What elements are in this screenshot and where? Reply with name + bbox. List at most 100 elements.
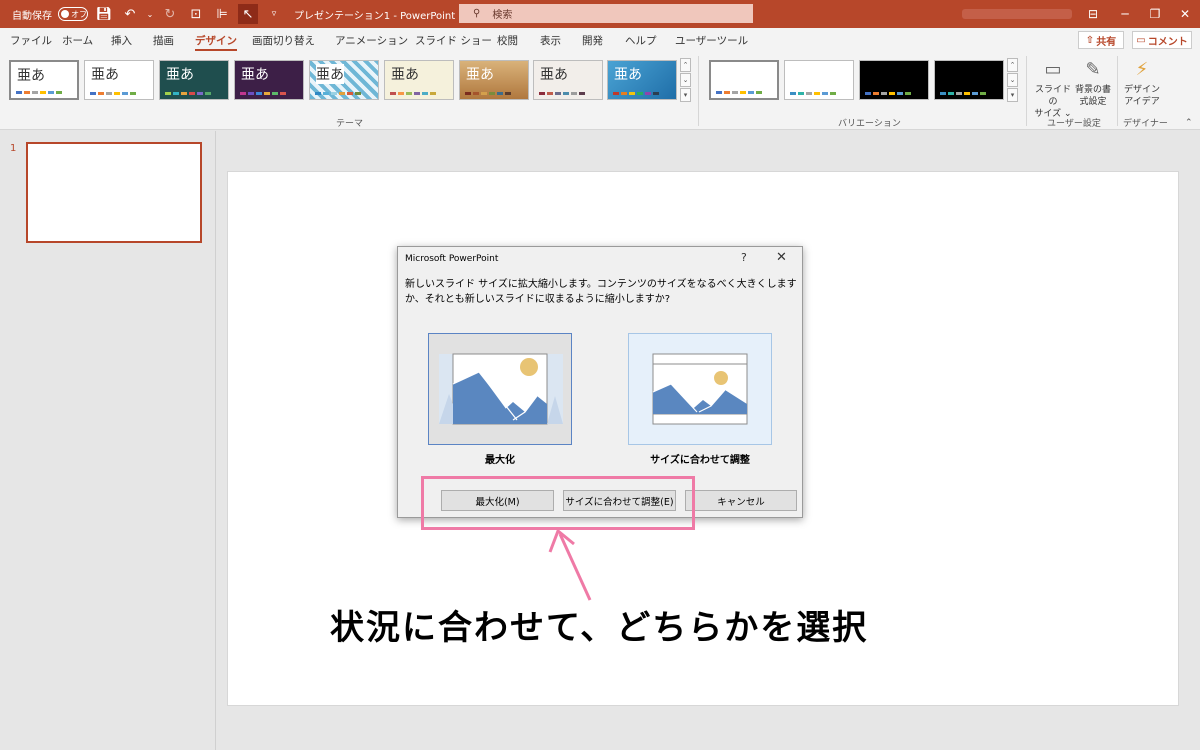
themes-group-label: テーマ — [336, 119, 364, 129]
tab-transitions[interactable]: 画面切り替え — [252, 33, 315, 48]
fit-option[interactable] — [628, 333, 772, 445]
theme-color-bars — [90, 92, 136, 95]
save-icon[interactable]: 💾︎ — [94, 4, 114, 24]
theme-sample-text: 亜あ — [614, 67, 642, 83]
slide-thumbnail[interactable] — [26, 142, 202, 243]
slide-size-button[interactable]: ▭ スライドの サイズ ⌄ — [1033, 56, 1073, 120]
tab-developer[interactable]: 開発 — [582, 33, 603, 48]
theme-sample-text: 亜あ — [166, 67, 194, 83]
theme-color-bars — [465, 92, 511, 95]
tab-design[interactable]: デザイン — [195, 33, 237, 51]
search-box[interactable]: ⚲ 検索 — [459, 4, 753, 23]
theme-6[interactable]: 亜あ — [384, 60, 454, 100]
annotation-highlight-box — [421, 476, 695, 530]
theme-2[interactable]: 亜あ — [84, 60, 154, 100]
theme-color-bars — [165, 92, 211, 95]
present-from-start-icon[interactable]: ⊡ — [186, 4, 206, 24]
variant-3[interactable] — [859, 60, 929, 100]
group-separator — [1026, 56, 1027, 126]
theme-color-bars — [613, 92, 659, 95]
theme-color-bars — [240, 92, 286, 95]
theme-office[interactable]: 亜あ — [9, 60, 79, 100]
tab-help[interactable]: ヘルプ — [625, 33, 657, 48]
tab-home[interactable]: ホーム — [62, 33, 93, 48]
variant-2[interactable] — [784, 60, 854, 100]
variant-color-bars — [790, 92, 836, 95]
theme-sample-text: 亜あ — [316, 64, 344, 84]
designer-group-label: デザイナー — [1123, 119, 1168, 129]
annotation-text: 状況に合わせて、どちらかを選択 — [330, 608, 869, 648]
design-ideas-label-2: アイデア — [1124, 97, 1160, 107]
tab-animations[interactable]: アニメーション — [335, 33, 408, 48]
slide-number: 1 — [10, 143, 17, 154]
maximize-option-label: 最大化 — [485, 455, 515, 466]
maximize-picture-icon — [439, 353, 563, 425]
theme-color-bars — [16, 91, 62, 94]
slide-size-label-1: スライドの — [1034, 85, 1071, 107]
autosave-label: 自動保存 — [12, 10, 52, 22]
group-separator — [698, 56, 699, 126]
theme-8[interactable]: 亜あ — [533, 60, 603, 100]
tab-review[interactable]: 校閲 — [497, 33, 518, 48]
theme-4[interactable]: 亜あ — [234, 60, 304, 100]
tab-user-tools[interactable]: ユーザーツール — [675, 33, 748, 48]
design-ideas-button[interactable]: ⚡ デザイン アイデア — [1122, 56, 1162, 108]
redo-icon[interactable]: ↻ — [160, 4, 180, 24]
title-bar: 自動保存 オフ 💾︎ ↶ ⌄ ↻ ⊡ ⊫ ↖ ▿ プレゼンテーション1 - Po… — [0, 0, 1200, 28]
tab-draw[interactable]: 描画 — [153, 33, 174, 48]
annotation-arrow-icon — [548, 528, 592, 601]
themes-scroll-down-icon[interactable]: ⌄ — [680, 73, 691, 87]
collapse-ribbon-icon[interactable]: ⌃ — [1185, 118, 1193, 128]
fit-picture-icon — [652, 353, 748, 425]
theme-sample-text: 亜あ — [466, 67, 494, 83]
autosave-state: オフ — [71, 9, 87, 19]
theme-9[interactable]: 亜あ — [607, 60, 677, 100]
themes-more-icon[interactable]: ▾ — [680, 88, 691, 102]
close-icon[interactable]: ✕ — [776, 250, 787, 265]
tab-slideshow[interactable]: スライド ショー — [415, 33, 492, 48]
variants-more-icon[interactable]: ▾ — [1007, 88, 1018, 102]
maximize-option[interactable] — [428, 333, 572, 445]
format-background-button[interactable]: ✎ 背景の書 式設定 — [1073, 56, 1113, 108]
share-button[interactable]: ⇧ 共有 — [1078, 31, 1124, 49]
restore-icon[interactable]: ❐ — [1140, 0, 1170, 28]
comment-button[interactable]: ▭ コメント — [1132, 31, 1192, 49]
theme-sample-text: 亜あ — [17, 68, 45, 84]
autosave-toggle[interactable]: オフ — [58, 7, 88, 21]
theme-color-bars — [539, 92, 585, 95]
comment-label: コメント — [1147, 36, 1188, 48]
align-icon[interactable]: ⊫ — [212, 4, 232, 24]
slide-size-icon: ▭ — [1044, 59, 1062, 80]
tab-file[interactable]: ファイル — [10, 33, 52, 48]
cancel-button[interactable]: キャンセル — [685, 490, 797, 511]
search-icon: ⚲ — [473, 8, 481, 19]
undo-dropdown-icon[interactable]: ⌄ — [146, 4, 154, 24]
format-background-label-2: 式設定 — [1079, 97, 1107, 107]
theme-sample-text: 亜あ — [91, 67, 119, 83]
variants-scroll-up-icon[interactable]: ⌃ — [1007, 58, 1018, 72]
theme-7[interactable]: 亜あ — [459, 60, 529, 100]
theme-color-bars — [315, 92, 361, 95]
close-window-icon[interactable]: ✕ — [1170, 0, 1200, 28]
search-placeholder: 検索 — [492, 10, 513, 21]
ribbon: 亜あ 亜あ 亜あ 亜あ 亜あ 亜あ 亜あ 亜あ 亜あ ⌃ ⌄ ▾ テーマ ⌃ ⌄… — [0, 52, 1200, 130]
user-account[interactable] — [962, 9, 1072, 19]
variant-color-bars — [865, 92, 911, 95]
share-icon: ⇧ — [1085, 34, 1095, 46]
undo-icon[interactable]: ↶ — [120, 4, 140, 24]
tab-view[interactable]: 表示 — [540, 33, 561, 48]
slides-pane: 1 — [0, 131, 216, 750]
theme-5[interactable]: 亜あ — [309, 60, 379, 100]
variant-1[interactable] — [709, 60, 779, 100]
variant-4[interactable] — [934, 60, 1004, 100]
help-icon[interactable]: ? — [741, 251, 747, 264]
select-pointer-icon[interactable]: ↖ — [238, 4, 258, 24]
ribbon-display-options-icon[interactable]: ⊟ — [1078, 0, 1108, 28]
themes-scroll-up-icon[interactable]: ⌃ — [680, 58, 691, 72]
customize-qat-icon[interactable]: ▿ — [264, 4, 284, 24]
theme-sample-text: 亜あ — [241, 67, 269, 83]
minimize-icon[interactable]: ─ — [1110, 0, 1140, 28]
tab-insert[interactable]: 挿入 — [111, 33, 132, 48]
theme-3[interactable]: 亜あ — [159, 60, 229, 100]
variants-scroll-down-icon[interactable]: ⌄ — [1007, 73, 1018, 87]
